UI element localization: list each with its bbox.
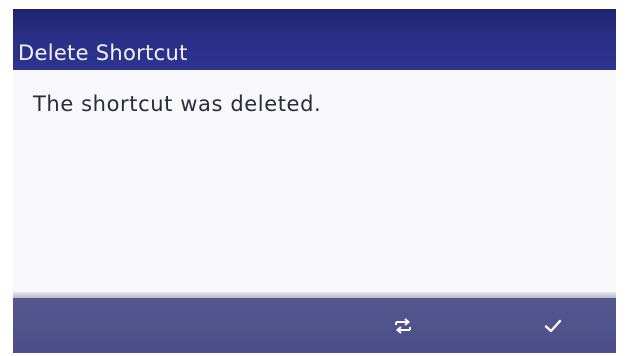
dialog-message: The shortcut was deleted. bbox=[33, 92, 322, 116]
swap-arrows-icon bbox=[393, 316, 413, 336]
confirm-softkey-button[interactable] bbox=[503, 298, 603, 353]
dialog-content: The shortcut was deleted. bbox=[13, 70, 616, 292]
dialog-title: Delete Shortcut bbox=[18, 41, 188, 65]
dialog-screen: Delete Shortcut The shortcut was deleted… bbox=[13, 9, 616, 353]
softkey-bar bbox=[13, 298, 616, 353]
dialog-title-bar: Delete Shortcut bbox=[13, 9, 616, 70]
swap-softkey-button[interactable] bbox=[353, 298, 453, 353]
checkmark-icon bbox=[543, 317, 563, 335]
